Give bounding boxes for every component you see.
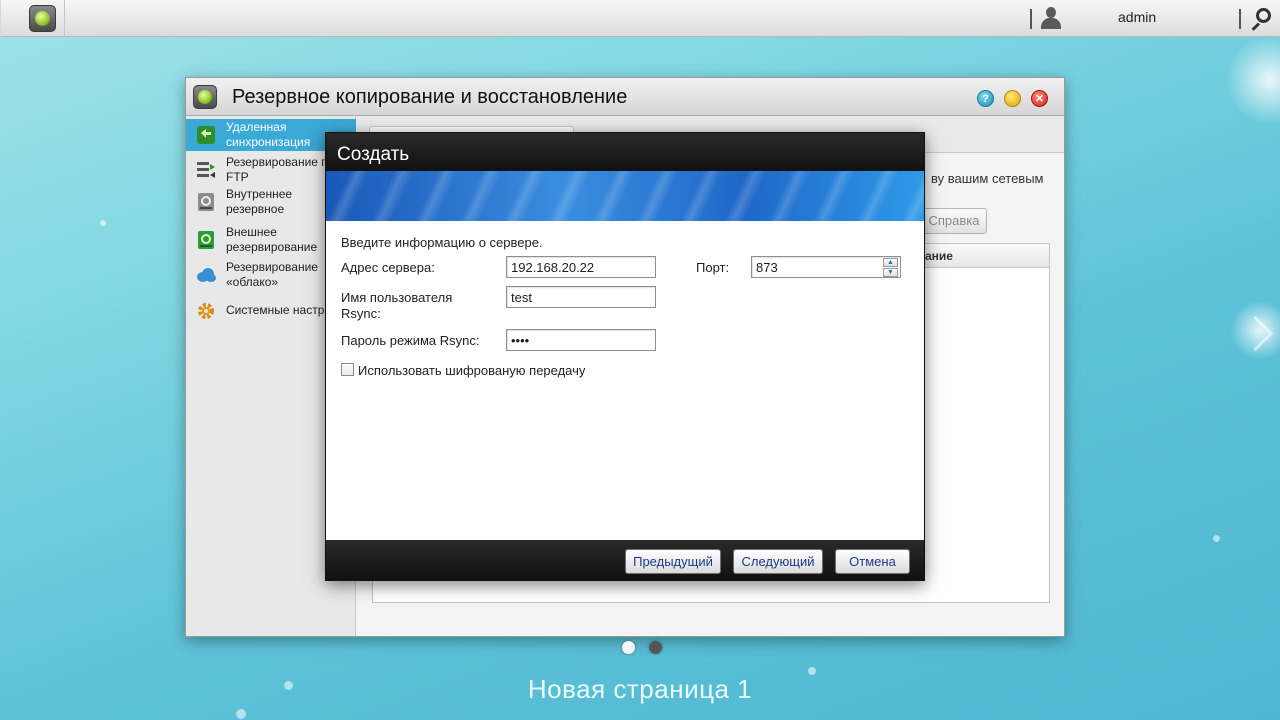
table-column-header[interactable]: ание	[925, 249, 953, 263]
dialog-banner	[326, 171, 924, 221]
search-icon[interactable]	[1249, 8, 1271, 31]
external-disk-icon	[198, 231, 214, 249]
next-button[interactable]: Следующий	[733, 549, 823, 574]
create-dialog: Создать Введите информацию о сервере. Пр…	[325, 132, 925, 581]
window-title: Резервное копирование и восстановление	[232, 86, 628, 108]
password-input[interactable]	[506, 329, 656, 351]
port-label: Порт:	[696, 260, 730, 275]
dialog-intro: Введите информацию о сервере.	[341, 235, 543, 250]
ftp-transfer-icon	[197, 162, 215, 178]
port-input[interactable]	[751, 256, 901, 278]
backup-app-icon	[29, 5, 56, 32]
window-titlebar[interactable]: Резервное копирование и восстановление ?…	[186, 78, 1064, 116]
user-icon[interactable]	[1040, 6, 1062, 30]
dialog-header[interactable]: Создать	[326, 133, 924, 171]
internal-disk-icon	[198, 193, 214, 211]
username-label-line: Rsync:	[341, 306, 381, 321]
content-description: ву вашим сетевым	[931, 171, 1044, 186]
page-dot-2[interactable]	[649, 641, 662, 654]
username[interactable]: admin	[1118, 9, 1156, 25]
username-input[interactable]	[506, 286, 656, 308]
chevron-up-icon[interactable]: ▲	[883, 258, 898, 267]
port-spinner[interactable]: ▲ ▼	[883, 258, 900, 278]
password-label: Пароль режима Rsync:	[341, 333, 480, 348]
taskbar-separator	[1239, 9, 1241, 29]
dialog-title: Создать	[337, 144, 410, 165]
server-address-label: Адрес сервера:	[341, 260, 435, 275]
encryption-checkbox[interactable]	[341, 363, 354, 376]
background-sparkle	[100, 220, 106, 226]
help-link-button[interactable]: Справка	[921, 208, 987, 234]
username-label-line: Имя пользователя	[341, 290, 453, 305]
username-label: Имя пользователя Rsync:	[341, 290, 452, 322]
encryption-label[interactable]: Использовать шифрованую передачу	[358, 363, 585, 378]
server-address-input[interactable]	[506, 256, 656, 278]
close-button[interactable]: ✕	[1031, 90, 1048, 107]
taskbar: admin	[0, 0, 1280, 37]
help-button[interactable]: ?	[977, 90, 994, 107]
background-sparkle	[1213, 535, 1220, 542]
chevron-right-icon[interactable]	[1243, 314, 1265, 356]
cancel-button[interactable]: Отмена	[835, 549, 910, 574]
background-sparkle	[236, 709, 246, 719]
chevron-down-icon[interactable]: ▼	[883, 268, 898, 277]
backup-app-icon	[193, 85, 217, 109]
desktop-page-title: Новая страница 1	[527, 674, 753, 704]
previous-button[interactable]: Предыдущий	[625, 549, 721, 574]
taskbar-separator	[1030, 9, 1032, 29]
dialog-footer: Предыдущий Следующий Отмена	[326, 540, 924, 580]
background-glow	[1225, 35, 1280, 125]
sync-icon	[197, 126, 215, 144]
cloud-icon	[197, 268, 216, 282]
minimize-button[interactable]	[1004, 90, 1021, 107]
taskbar-backup-app[interactable]	[0, 0, 65, 37]
gear-icon	[198, 303, 214, 319]
page-dot-1[interactable]	[622, 641, 635, 654]
